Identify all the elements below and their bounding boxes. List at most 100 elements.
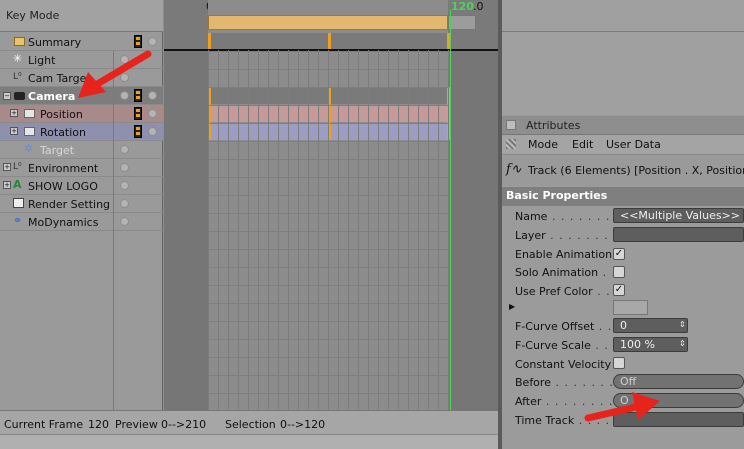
preview-value: 0-->210 <box>161 418 207 431</box>
grip-icon[interactable] <box>506 139 516 149</box>
grid-line <box>298 50 299 410</box>
status-dot[interactable] <box>120 199 129 208</box>
panel-grip-icon[interactable] <box>506 120 516 130</box>
tree-row-environment[interactable]: + L⁰ Environment <box>0 159 163 177</box>
grid-row-line <box>208 231 448 232</box>
grid-row-line <box>208 141 448 142</box>
stepper-icon[interactable]: ⇕ <box>679 320 686 329</box>
menu-edit[interactable]: Edit <box>572 138 593 151</box>
grid-line <box>318 50 319 410</box>
fcurve-offset-label: F-Curve Offset . . <box>515 320 613 333</box>
expand-arrow-icon[interactable]: ▶ <box>509 302 515 311</box>
attributes-title-bar: Attributes <box>502 116 744 135</box>
status-dot[interactable] <box>120 163 129 172</box>
modynamics-icon: ⚭ <box>13 214 23 227</box>
grid-row-line <box>208 393 448 394</box>
folder-icon <box>24 127 35 136</box>
grid-row-line <box>208 159 448 160</box>
status-dot[interactable] <box>148 127 157 136</box>
null-icon: L⁰ <box>13 162 22 172</box>
grid-line <box>308 50 309 410</box>
key-mode-label: Key Mode <box>6 9 60 22</box>
tree-item-label: Camera <box>28 90 76 103</box>
fcurve-scale-field[interactable]: 100 % <box>613 337 688 352</box>
tree-item-label: MoDynamics <box>28 216 99 229</box>
tree-item-label: Environment <box>28 162 99 175</box>
status-dot[interactable] <box>120 181 129 190</box>
menu-user-data[interactable]: User Data <box>606 138 661 151</box>
expand-toggle-icon[interactable]: + <box>3 181 11 189</box>
selection-value: 0-->120 <box>280 418 326 431</box>
folder-icon <box>14 37 25 46</box>
grid-line <box>288 50 289 410</box>
use-pref-color-checkbox[interactable]: ✓ <box>613 284 625 296</box>
status-dot[interactable] <box>148 37 157 46</box>
grid-row-line <box>208 177 448 178</box>
grid-line <box>328 50 329 410</box>
grid-row-line <box>208 69 448 70</box>
grid-line <box>428 50 429 410</box>
grid-line <box>378 50 379 410</box>
grid-line <box>418 50 419 410</box>
tree-row-modynamics[interactable]: ⚭ MoDynamics <box>0 213 163 231</box>
color-swatch[interactable] <box>613 300 648 315</box>
tree-item-label: SHOW LOGO <box>28 180 98 193</box>
grid-row-line <box>208 339 448 340</box>
status-dot[interactable] <box>148 109 157 118</box>
grid-line <box>358 50 359 410</box>
annotation-arrow-icon <box>78 50 152 98</box>
record-icon[interactable] <box>134 125 142 138</box>
tree-row-position[interactable]: + Position <box>0 105 163 123</box>
enable-animation-checkbox[interactable]: ✓ <box>613 248 625 260</box>
record-icon[interactable] <box>134 107 142 120</box>
grid-row-line <box>208 87 448 88</box>
stepper-icon[interactable]: ⇕ <box>679 339 686 348</box>
grid-row-line <box>208 357 448 358</box>
constant-velocity-checkbox[interactable] <box>613 357 625 369</box>
grid-row-line <box>208 195 448 196</box>
playhead[interactable] <box>450 10 451 410</box>
tree-row-render-setting[interactable]: Render Setting <box>0 195 163 213</box>
expand-toggle-icon[interactable]: + <box>3 163 11 171</box>
expand-toggle-icon[interactable]: + <box>10 109 18 117</box>
keyframe[interactable] <box>208 33 211 50</box>
grid-line <box>438 50 439 410</box>
folder-icon <box>24 109 35 118</box>
fcurve-offset-field[interactable]: 0 <box>613 318 688 333</box>
tree-row-show-logo[interactable]: + A SHOW LOGO <box>0 177 163 195</box>
status-dot[interactable] <box>120 217 129 226</box>
range-extension <box>448 15 476 30</box>
grid-row-line <box>208 321 448 322</box>
tree-item-label: Light <box>28 54 56 67</box>
bottom-strip <box>0 434 498 449</box>
status-dot[interactable] <box>120 145 129 154</box>
column-divider <box>113 51 114 410</box>
grid-row-line <box>208 303 448 304</box>
expand-toggle-icon[interactable]: + <box>10 127 18 135</box>
fcurve-scale-label: F-Curve Scale . . . <box>515 339 618 352</box>
record-icon[interactable] <box>134 35 142 48</box>
null-icon: L⁰ <box>13 72 22 82</box>
timeline-panel[interactable]: 0 30 60 90 120 .0 <box>164 0 498 410</box>
enable-animation-label: Enable Animation <box>515 248 613 261</box>
summary-range-bar[interactable] <box>208 15 448 30</box>
solo-animation-checkbox[interactable] <box>613 266 625 278</box>
layer-field[interactable] <box>613 227 744 242</box>
tree-row-rotation[interactable]: + Rotation <box>0 123 163 141</box>
use-pref-color-label: Use Pref Color . . <box>515 285 611 298</box>
grid-row-line <box>208 51 448 52</box>
basic-properties-header[interactable]: Basic Properties <box>502 187 744 206</box>
name-field[interactable]: <<Multiple Values>> <box>613 208 744 223</box>
grid-line <box>398 50 399 410</box>
viewport-panel <box>502 0 744 115</box>
collapse-toggle-icon[interactable]: − <box>3 92 11 100</box>
grid-line <box>228 50 229 410</box>
track-title: Track (6 Elements) [Position . X, Positi… <box>528 164 744 177</box>
viewport-header <box>502 0 744 32</box>
attributes-title: Attributes <box>526 119 581 132</box>
extrude-icon: A <box>13 178 22 191</box>
tree-row-target[interactable]: ✲ Target <box>0 141 163 159</box>
menu-mode[interactable]: Mode <box>528 138 558 151</box>
keyframe[interactable] <box>328 33 331 50</box>
grid-line <box>348 50 349 410</box>
